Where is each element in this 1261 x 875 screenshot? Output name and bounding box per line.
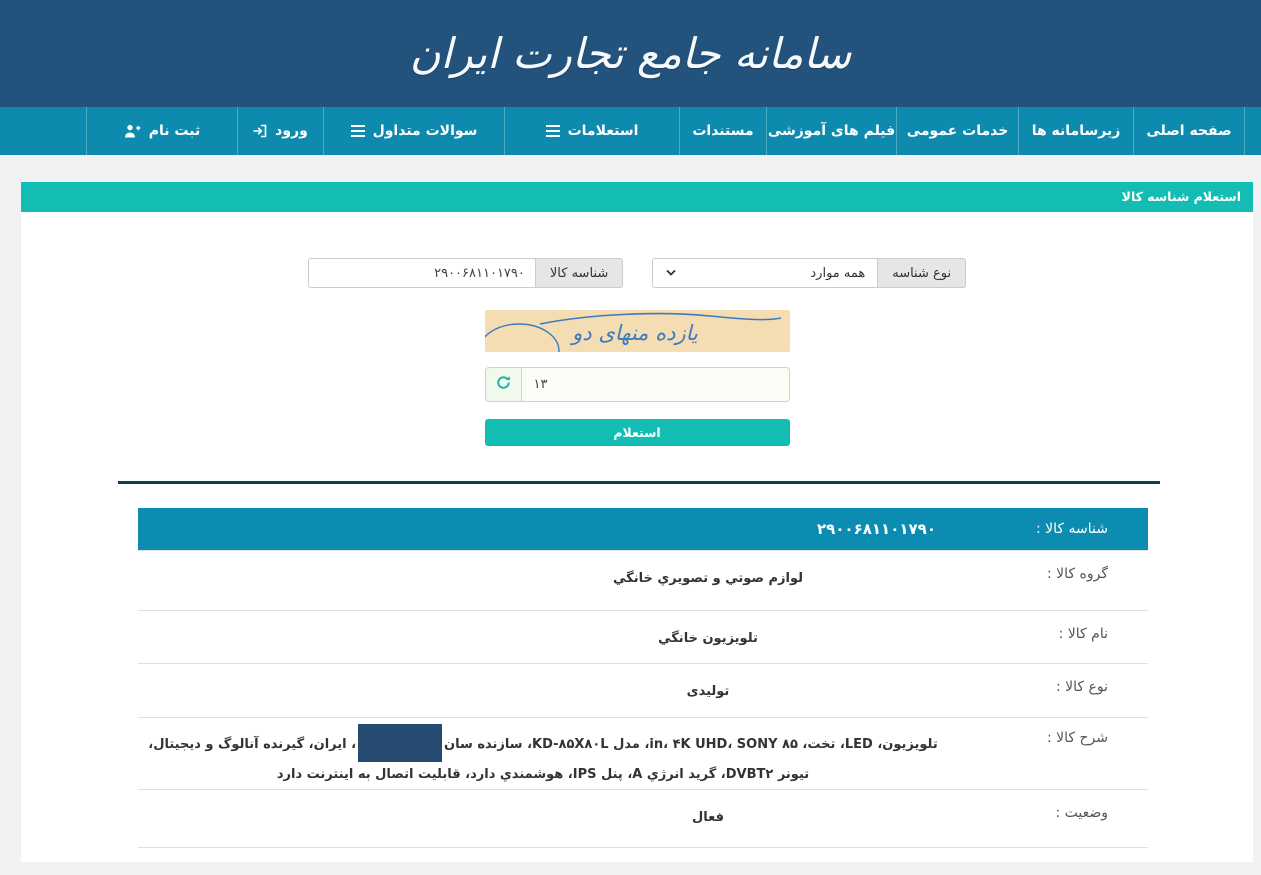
nav-item-documentation[interactable]: مستندات — [679, 107, 766, 155]
nav-item-inquiries[interactable]: استعلامات — [504, 107, 679, 155]
inquiry-form-row: نوع شناسه همه موارد شناسه کالا — [21, 258, 1253, 288]
nav-item-faq[interactable]: سوالات متداول — [323, 107, 504, 155]
site-header: سامانه جامع تجارت ایران — [0, 0, 1261, 107]
table-row-status: وضعیت : فعال — [138, 789, 1148, 847]
content-card: استعلام شناسه کالا نوع شناسه همه موارد ش… — [21, 182, 1253, 862]
goods-id-group: شناسه کالا — [308, 258, 623, 288]
nav-item-label: خدمات عمومی — [907, 123, 1009, 139]
row-value: تولیدی — [138, 664, 948, 717]
site-logo[interactable]: سامانه جامع تجارت ایران — [410, 29, 852, 78]
redaction-box — [358, 724, 442, 762]
table-row-goods-description: شرح کالا : تلویزیون، LED، تخت، ۸۵ in، ۴K… — [138, 717, 1148, 789]
row-label: وضعیت : — [948, 790, 1148, 847]
row-value: لوازم صوتي و تصويري خانگي — [138, 551, 948, 610]
row-label: نوع کالا : — [948, 664, 1148, 717]
sign-in-icon — [253, 124, 267, 138]
goods-id-label: شناسه کالا — [535, 258, 623, 288]
result-header-label: شناسه کالا : — [948, 521, 1148, 537]
nav-item-subsystems[interactable]: زیرسامانه ها — [1018, 107, 1133, 155]
row-label: گروه کالا : — [948, 551, 1148, 610]
nav-item-label: ورود — [275, 123, 308, 139]
row-value: فعال — [138, 790, 948, 847]
id-type-selected-value: همه موارد — [810, 266, 865, 281]
nav-item-register[interactable]: ثبت نام — [86, 107, 237, 155]
captcha-answer-group — [485, 367, 790, 402]
nav-item-label: استعلامات — [568, 123, 639, 139]
captcha-answer-input[interactable] — [522, 368, 789, 401]
main-nav: صفحه اصلی زیرسامانه ها خدمات عمومی فیلم … — [0, 107, 1261, 155]
table-row-goods-name: نام کالا : تلویزیون خانگي — [138, 610, 1148, 663]
table-row-goods-group: گروه کالا : لوازم صوتي و تصويري خانگي — [138, 550, 1148, 610]
nav-item-label: فیلم های آموزشی — [768, 123, 895, 139]
row-value: تلویزیون خانگي — [138, 611, 948, 663]
list-icon — [351, 125, 365, 137]
refresh-icon — [496, 375, 511, 394]
nav-item-training-videos[interactable]: فیلم های آموزشی — [766, 107, 896, 155]
submit-inquiry-button[interactable]: استعلام — [485, 419, 790, 446]
row-value: تلویزیون، LED، تخت، ۸۵ in، ۴K UHD، SONY،… — [138, 718, 948, 789]
chevron-down-icon — [665, 266, 677, 281]
nav-filler — [16, 107, 86, 155]
description-part1: تلویزیون، LED، تخت، ۸۵ in، ۴K UHD، SONY،… — [444, 737, 938, 752]
nav-item-label: صفحه اصلی — [1146, 123, 1231, 139]
nav-item-label: مستندات — [692, 123, 753, 139]
nav-item-home[interactable]: صفحه اصلی — [1133, 107, 1245, 155]
list-icon — [546, 125, 560, 137]
nav-item-label: زیرسامانه ها — [1032, 123, 1121, 139]
section-divider — [118, 481, 1160, 484]
page-title: استعلام شناسه کالا — [21, 182, 1253, 212]
nav-item-public-services[interactable]: خدمات عمومی — [896, 107, 1018, 155]
row-label: نام کالا : — [948, 611, 1148, 663]
user-plus-icon — [124, 124, 141, 138]
id-type-group: نوع شناسه همه موارد — [652, 258, 966, 288]
id-type-label: نوع شناسه — [877, 258, 966, 288]
nav-item-login[interactable]: ورود — [237, 107, 323, 155]
result-table: شناسه کالا : ۲۹۰۰۶۸۱۱۰۱۷۹۰ گروه کالا : ل… — [138, 508, 1148, 848]
table-row-goods-type: نوع کالا : تولیدی — [138, 663, 1148, 717]
nav-item-label: سوالات متداول — [373, 123, 478, 139]
captcha-section: یازده منهای دو استعلام — [485, 310, 790, 446]
captcha-image: یازده منهای دو — [485, 310, 790, 352]
card-bottom-padding — [21, 848, 1253, 862]
result-header-value: ۲۹۰۰۶۸۱۱۰۱۷۹۰ — [138, 520, 948, 538]
id-type-select[interactable]: همه موارد — [652, 258, 877, 288]
row-label: شرح کالا : — [948, 718, 1148, 789]
captcha-refresh-button[interactable] — [486, 368, 522, 401]
captcha-text: یازده منهای دو — [569, 321, 698, 346]
goods-id-input[interactable] — [308, 258, 535, 288]
result-header-row: شناسه کالا : ۲۹۰۰۶۸۱۱۰۱۷۹۰ — [138, 508, 1148, 550]
nav-item-label: ثبت نام — [149, 123, 200, 139]
